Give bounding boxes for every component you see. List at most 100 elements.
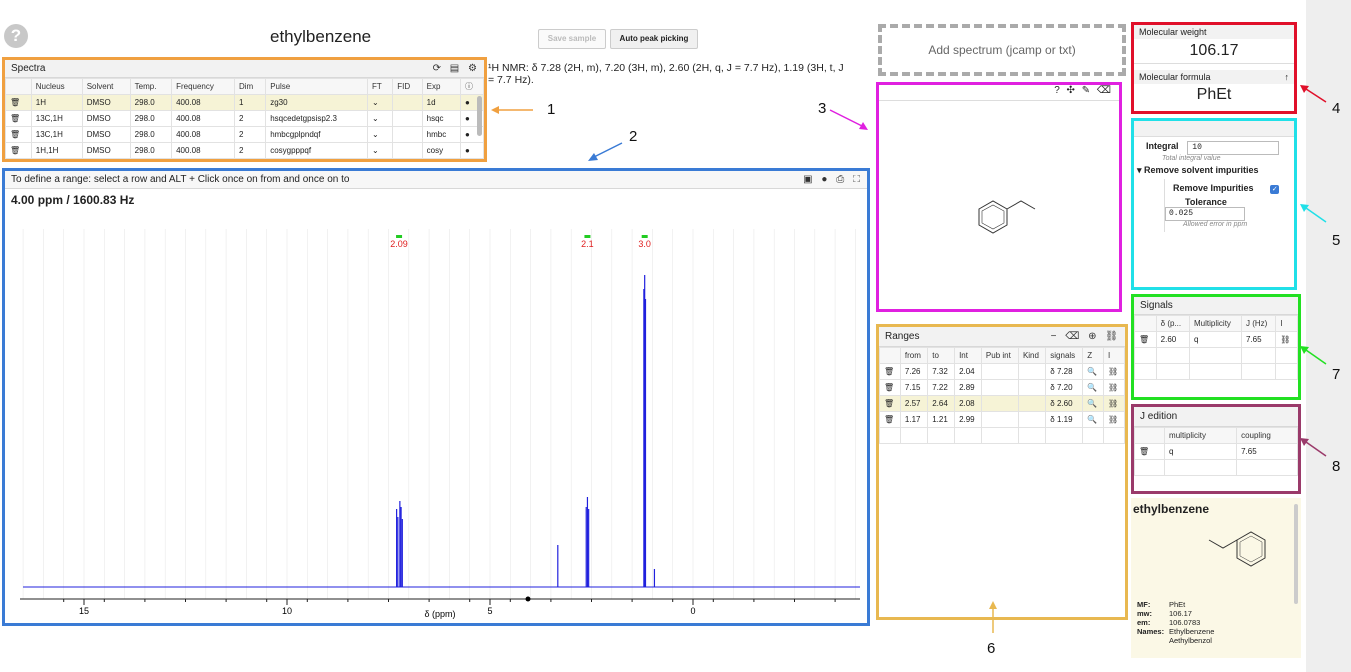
spectra-cell-solvent: DMSO: [81, 110, 131, 127]
trash-icon[interactable]: 🗑: [879, 395, 901, 412]
range-row[interactable]: 🗑 2.57 2.64 2.08 δ 2.60 🔍 ⛓: [879, 395, 1125, 412]
spectra-col-header: Temp.: [129, 78, 173, 95]
trash-icon[interactable]: 🗑: [879, 379, 901, 396]
info-scrollbar[interactable]: [1294, 504, 1298, 604]
spectra-cell-temp: 298.0: [129, 142, 173, 159]
trash-icon[interactable]: 🗑: [5, 142, 32, 159]
zoom-icon[interactable]: 🔍: [1082, 363, 1105, 380]
range-row[interactable]: 🗑 1.17 1.21 2.99 δ 1.19 🔍 ⛓: [879, 411, 1125, 428]
callout-8: 8: [1332, 458, 1341, 475]
zoom-icon[interactable]: 🔍: [1082, 379, 1105, 396]
pub-int-cell: [980, 395, 1019, 412]
fid-cell: [392, 126, 423, 143]
callout-1: 1: [547, 101, 556, 118]
spectrum-plot[interactable]: 15 10 5 0 δ (ppm) 2.09 2.1 3.0: [5, 189, 867, 625]
unlink-icon[interactable]: ⛓: [1103, 379, 1125, 396]
trash-icon[interactable]: 🗑: [5, 126, 32, 143]
spectra-cell-freq: 400.08: [171, 126, 235, 143]
ranges-toolbar-icons[interactable]: − ⌫ ⊕ ⛓: [1051, 327, 1121, 347]
j-col-header: multiplicity: [1164, 427, 1238, 444]
auto-peak-picking-button[interactable]: Auto peak picking: [610, 29, 698, 49]
ranges-table: from to Int Pub int Kind signals Z I 🗑 7.26 7.32 2…: [879, 347, 1125, 444]
spectra-cell-pulse: hsqcedetgpsisp2.3: [265, 110, 368, 127]
spectra-panel-header: Spectra ⟳ ▤ ⚙: [5, 60, 484, 78]
ranges-col-header: to: [927, 347, 956, 364]
molecule-toolbar[interactable]: ? ✣ ✎ ⌫: [879, 85, 1119, 101]
spectrum-toolbar-icons[interactable]: ▣ ● ⎙ ⛶: [803, 171, 863, 189]
unlink-icon[interactable]: ⛓: [1103, 411, 1125, 428]
empty-cell: [1236, 459, 1298, 476]
zoom-icon[interactable]: 🔍: [1082, 411, 1105, 428]
range-cell-int: 2.08: [954, 395, 982, 412]
ft-icon[interactable]: ⌄: [366, 110, 394, 127]
spectra-table: Nucleus Solvent Temp. Frequency Dim Pulse FT FI…: [5, 78, 484, 159]
signal-row[interactable]: 🗑 2.60 q 7.65 ⛓: [1134, 331, 1298, 348]
trash-icon[interactable]: 🗑: [1134, 331, 1157, 348]
integral-help: Total integral value: [1162, 155, 1221, 162]
ft-icon[interactable]: ⌄: [366, 94, 394, 111]
trash-icon[interactable]: 🗑: [5, 94, 32, 111]
spectra-row[interactable]: 🗑 1H,1H DMSO 298.0 400.08 2 cosygpppqf ⌄ cosy ●: [5, 142, 484, 159]
spectra-cell-exp: hmbc: [421, 126, 462, 143]
range-cell-from: 7.26: [899, 363, 929, 380]
j-edition-panel: J edition multiplicity coupling 🗑 q 7.65: [1131, 404, 1301, 494]
save-sample-button[interactable]: Save sample: [538, 29, 606, 49]
unlink-icon[interactable]: ⛓: [1103, 363, 1125, 380]
integral-panel: Integral 10 Total integral value ▾ Remov…: [1131, 118, 1297, 290]
ethylbenzene-structure[interactable]: [879, 101, 1119, 311]
range-row[interactable]: 🗑 7.26 7.32 2.04 δ 7.28 🔍 ⛓: [879, 363, 1125, 380]
info-title: ethylbenzene: [1133, 502, 1210, 516]
mw-key: mw:: [1137, 609, 1152, 618]
x-tick-label: 5: [487, 606, 492, 616]
spectra-row[interactable]: 🗑 13C,1H DMSO 298.0 400.08 2 hsqcedetgpsisp2.3…: [5, 110, 484, 127]
empty-row: [1133, 459, 1298, 476]
tolerance-input[interactable]: 0.025: [1165, 207, 1245, 221]
spectra-cell-dim: 2: [233, 110, 267, 127]
signals-table: δ (p... Multiplicity J (Hz) I 🗑 2.60 q 7.65 ⛓: [1134, 315, 1298, 380]
range-row[interactable]: 🗑 7.15 7.22 2.89 δ 7.20 🔍 ⛓: [879, 379, 1125, 396]
remove-solvent-section[interactable]: ▾ Remove solvent impurities: [1134, 162, 1294, 179]
spectra-scrollbar[interactable]: [477, 96, 482, 136]
arrow-up-icon[interactable]: ↑: [1285, 72, 1290, 82]
spectra-cell-dim: 2: [233, 142, 267, 159]
spectra-cell-nucleus: 13C,1H: [30, 110, 83, 127]
trash-icon[interactable]: 🗑: [1133, 443, 1166, 460]
empty-cell: [1017, 427, 1047, 444]
spectra-row[interactable]: 🗑 13C,1H DMSO 298.0 400.08 2 hmbcgplpndqf ⌄ hmbc…: [5, 126, 484, 143]
help-icon[interactable]: ?: [4, 24, 28, 48]
empty-row: [1134, 347, 1298, 364]
name-1: Ethylbenzene: [1169, 627, 1215, 636]
j-cell-mult: q: [1164, 443, 1238, 460]
add-spectrum-dropzone[interactable]: Add spectrum (jcamp or txt): [878, 24, 1126, 76]
integral-input[interactable]: 10: [1187, 141, 1280, 155]
j-edition-table: multiplicity coupling 🗑 q 7.65: [1133, 427, 1298, 476]
spectra-toolbar-icons[interactable]: ⟳ ▤ ⚙: [433, 60, 480, 78]
remove-impurities-checkbox[interactable]: ✓: [1270, 185, 1280, 194]
ft-icon[interactable]: ⌄: [366, 142, 394, 159]
ranges-col-header: Kind: [1017, 347, 1047, 364]
j-row[interactable]: 🗑 q 7.65: [1133, 443, 1298, 460]
trash-icon[interactable]: 🗑: [5, 110, 32, 127]
name-2: Aethylbenzol: [1169, 636, 1212, 645]
unlink-icon[interactable]: ⛓: [1103, 395, 1125, 412]
zoom-icon[interactable]: 🔍: [1082, 395, 1105, 412]
mw-val: 106.17: [1169, 609, 1192, 618]
callout-6: 6: [987, 640, 996, 657]
range-cell-signal: δ 7.20: [1045, 379, 1084, 396]
spectra-cell-freq: 400.08: [171, 110, 235, 127]
trash-icon[interactable]: 🗑: [879, 363, 901, 380]
range-cell-signal: δ 1.19: [1045, 411, 1084, 428]
trash-icon[interactable]: 🗑: [879, 411, 901, 428]
mf-key: MF:: [1137, 600, 1151, 609]
spectra-row[interactable]: 🗑 1H DMSO 298.0 400.08 1 zg30 ⌄ 1d ●: [5, 94, 484, 111]
range-marker: [584, 235, 591, 238]
info-icon[interactable]: ●: [460, 142, 484, 159]
ft-icon[interactable]: ⌄: [366, 126, 394, 143]
spectra-cell-nucleus: 1H,1H: [30, 142, 83, 159]
unlink-icon[interactable]: ⛓: [1275, 331, 1298, 348]
spectra-col-header: Exp: [421, 78, 462, 95]
signal-cell-j: 7.65: [1240, 331, 1277, 348]
empty-cell: [899, 427, 929, 444]
signal-cell-delta: 2.60: [1155, 331, 1191, 348]
info-properties: MF: PhEt mw: 106.17 em: 106.0783 Names: Ethy…: [1137, 600, 1214, 645]
